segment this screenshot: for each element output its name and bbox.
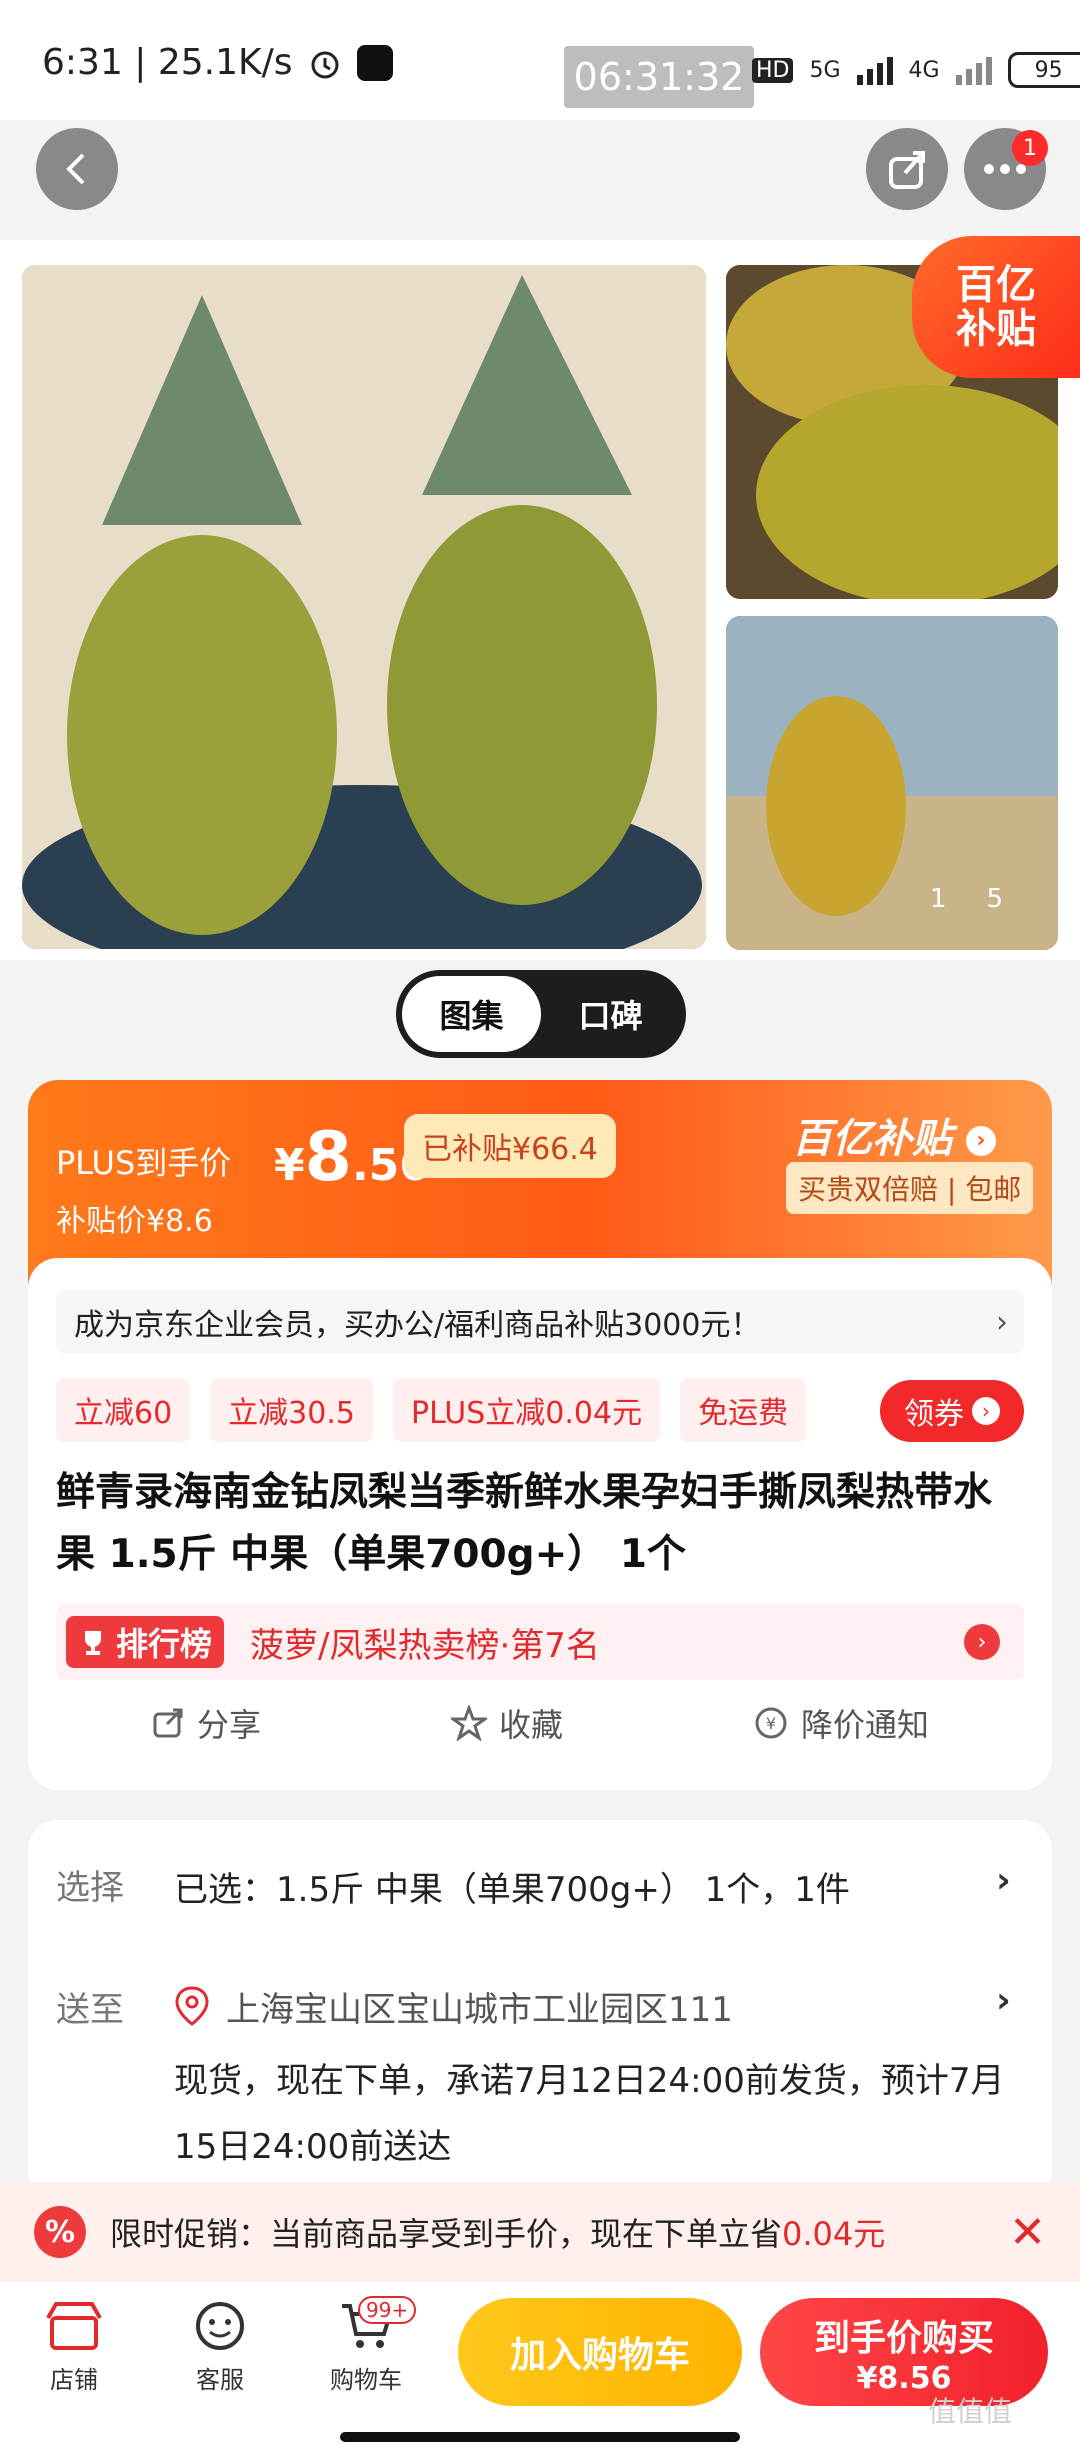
notification-badge: 1 xyxy=(1012,130,1048,166)
favorite-label: 收藏 xyxy=(498,1706,563,1744)
claim-coupon-label: 领券 xyxy=(904,1397,964,1432)
page-total: 5 xyxy=(986,884,1004,914)
location-pin-icon xyxy=(174,1986,210,2030)
store-icon xyxy=(46,2302,102,2350)
store-label: 店铺 xyxy=(50,2366,98,2394)
coupon-tag[interactable]: 免运费 xyxy=(680,1378,807,1442)
ranking-text: 菠萝/凤梨热卖榜·第7名 xyxy=(250,1625,600,1666)
coupon-tag[interactable]: PLUS立减0.04元 xyxy=(392,1378,661,1442)
more-dots-icon xyxy=(984,164,1026,174)
price-alert-label: 降价通知 xyxy=(800,1706,929,1744)
select-value[interactable]: 已选：1.5斤 中果（单果700g+） 1个，1件 xyxy=(174,1862,850,1911)
price-int: 8 xyxy=(304,1118,352,1197)
subsidized-amount-badge: 已补贴¥66.4 xyxy=(404,1114,616,1178)
share-action[interactable]: 分享 xyxy=(151,1700,261,1746)
coupon-tag[interactable]: 立减60 xyxy=(56,1378,191,1442)
coupon-tag[interactable]: 立减30.5 xyxy=(210,1378,373,1442)
back-button[interactable] xyxy=(36,128,118,210)
brand-subsidy-link[interactable]: 百亿补贴 › xyxy=(792,1106,996,1164)
guarantee-badge: 买贵双倍赔 | 包邮 xyxy=(786,1162,1034,1214)
subsidy-price: 补贴价¥8.6 xyxy=(56,1204,213,1239)
battery-icon: 95 xyxy=(1007,52,1080,88)
select-label: 选择 xyxy=(56,1868,124,1908)
gallery-tabs: 图集 口碑 xyxy=(396,970,686,1058)
star-icon xyxy=(450,1705,487,1741)
cart-badge: 99+ xyxy=(358,2296,417,2324)
service-label: 客服 xyxy=(196,2366,244,2394)
price-alert-action[interactable]: ¥ 降价通知 xyxy=(753,1700,929,1746)
home-indicator[interactable] xyxy=(340,2432,740,2442)
promo-text: 限时促销：当前商品享受到手价，现在下单立省0.04元 xyxy=(110,2209,1009,2255)
ranking-tag-label: 排行榜 xyxy=(116,1625,213,1663)
thumbnail-image-2[interactable] xyxy=(726,616,1058,950)
claim-coupon-button[interactable]: 领券 › xyxy=(880,1380,1024,1442)
product-title: 鲜青录海南金钻凤梨当季新鲜水果孕妇手撕凤梨热带水果 1.5斤 中果（单果700g… xyxy=(56,1470,993,1577)
status-time-text: 6:31 | 25.1K/s xyxy=(42,42,293,83)
ship-to-label: 送至 xyxy=(56,1990,124,2030)
subsidy-corner-badge: 百亿 补贴 xyxy=(912,236,1080,378)
watermark: 值值值 xyxy=(928,2395,1013,2428)
tab-reviews[interactable]: 口碑 xyxy=(541,976,680,1052)
promo-highlight: 0.04元 xyxy=(782,2215,886,2253)
share-icon xyxy=(889,151,925,189)
chevron-right-icon[interactable]: › xyxy=(996,1860,1011,1901)
chevron-right-icon: › xyxy=(964,1624,1000,1660)
buy-now-label: 到手价购买 xyxy=(813,2317,994,2359)
alarm-icon xyxy=(311,51,339,78)
share-label: 分享 xyxy=(196,1706,261,1744)
favorite-action[interactable]: 收藏 xyxy=(450,1700,563,1746)
delivery-note: 现货，现在下单，承诺7月12日24:00前发货，预计7月15日24:00前送达 xyxy=(174,2061,1005,2167)
pineapple-thumb-2 xyxy=(726,616,1058,950)
product-actions: 分享 收藏 ¥ 降价通知 xyxy=(56,1700,1024,1746)
trophy-icon xyxy=(85,1631,101,1655)
chevron-right-icon: › xyxy=(972,1397,1000,1425)
clock-overlay: 06:31:32 xyxy=(564,46,754,108)
delivery-address[interactable]: 上海宝山区宝山城市工业园区111 xyxy=(226,1982,733,2031)
service-button[interactable]: 客服 xyxy=(180,2300,260,2395)
chevron-right-icon[interactable]: › xyxy=(996,1980,1011,2021)
hd-label: HD xyxy=(752,57,794,83)
store-button[interactable]: 店铺 xyxy=(34,2300,114,2395)
main-product-image[interactable] xyxy=(22,265,706,949)
signal-icon-2 xyxy=(955,55,992,85)
enterprise-member-banner[interactable]: 成为京东企业会员，买办公/福利商品补贴3000元！ › xyxy=(56,1290,1024,1354)
promo-bar: % 限时促销：当前商品享受到手价，现在下单立省0.04元 ✕ xyxy=(0,2182,1080,2282)
plus-price-label: PLUS到手价 xyxy=(56,1144,232,1182)
enterprise-banner-text: 成为京东企业会员，买办公/福利商品补贴3000元！ xyxy=(74,1308,761,1343)
ranking-tag: 排行榜 xyxy=(66,1616,225,1668)
chevron-right-icon: › xyxy=(996,1304,1008,1340)
promo-text-main: 限时促销：当前商品享受到手价，现在下单立省 xyxy=(110,2215,783,2253)
coupon-list: 立减60 立减30.5 PLUS立减0.04元 免运费 xyxy=(56,1378,807,1442)
ranking-bar[interactable]: 排行榜 菠萝/凤梨热卖榜·第7名 › xyxy=(56,1604,1024,1680)
close-icon[interactable]: ✕ xyxy=(1009,2207,1046,2258)
chevron-right-icon: › xyxy=(965,1126,996,1156)
add-to-cart-button[interactable]: 加入购物车 xyxy=(458,2298,742,2406)
cart-label: 购物车 xyxy=(330,2366,402,2394)
brand-subsidy-label: 百亿补贴 xyxy=(792,1116,952,1162)
svg-text:¥: ¥ xyxy=(766,1714,776,1733)
page-indicator: 1 5 xyxy=(930,884,1003,914)
back-arrow-icon xyxy=(66,153,85,185)
pineapple-image xyxy=(22,265,706,949)
tiktok-icon xyxy=(356,44,393,81)
share-icon xyxy=(153,1708,183,1738)
signal-icon xyxy=(856,55,893,85)
tab-gallery[interactable]: 图集 xyxy=(402,976,541,1052)
discount-icon: % xyxy=(34,2206,86,2258)
net-4g-label: 4G xyxy=(908,57,940,83)
status-indicators: HD 5G 4G 95 xyxy=(752,52,1080,88)
page-current: 1 xyxy=(930,884,947,914)
subsidy-badge-line1: 百亿 xyxy=(956,262,1036,308)
price-currency: ¥ xyxy=(274,1140,305,1191)
customer-service-icon xyxy=(196,2302,244,2350)
status-time: 6:31 | 25.1K/s xyxy=(42,42,393,83)
net-5g-label: 5G xyxy=(809,57,841,83)
price-drop-icon: ¥ xyxy=(755,1707,787,1739)
share-button[interactable] xyxy=(866,128,948,210)
subsidy-badge-line2: 补贴 xyxy=(956,306,1036,352)
